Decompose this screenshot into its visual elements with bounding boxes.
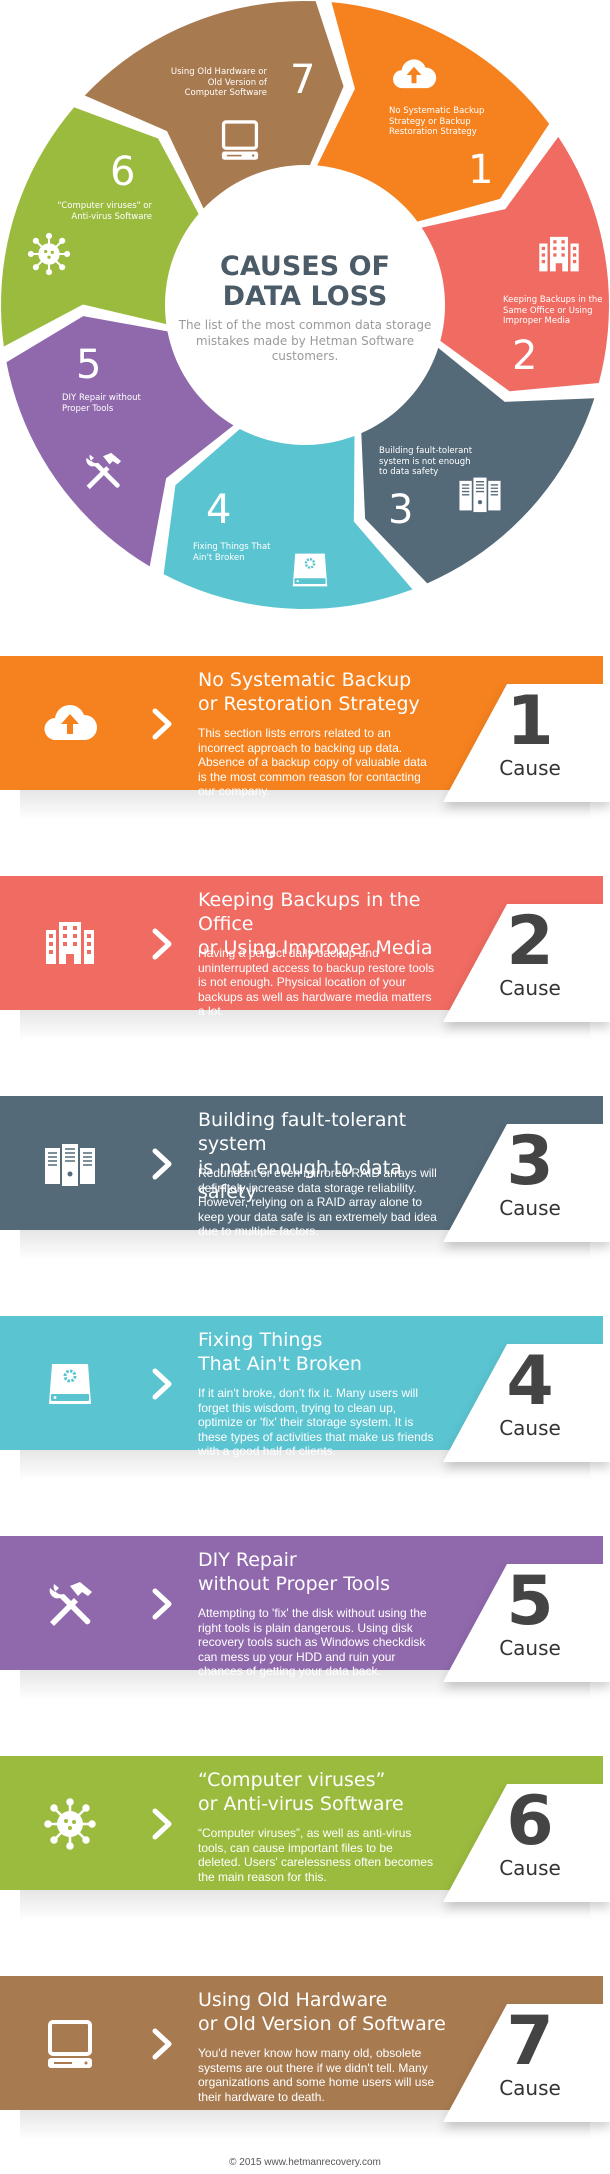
hard-disk-icon [42, 1356, 98, 1412]
cause-number: 3 [506, 1122, 554, 1201]
cause-label: Cause [499, 1196, 561, 1220]
wheel-segment-number: 6 [110, 149, 136, 195]
cause-number: 4 [506, 1342, 554, 1421]
cloud-upload-icon [42, 696, 98, 752]
virus-icon [42, 1796, 98, 1852]
wheel-subtitle: The list of the most common data storage… [178, 318, 432, 363]
wheel-segment-label: Keeping Backups in the Same Office or Us… [503, 295, 603, 326]
chevron-right-icon [150, 1366, 176, 1402]
cloud-upload-icon [391, 52, 437, 98]
cause-label: Cause [499, 976, 561, 1000]
wheel-segment-label: "Computer viruses" or Anti-virus Softwar… [57, 201, 152, 222]
cause-description: “Computer viruses”, as well as anti-viru… [198, 1826, 434, 1884]
chevron-right-icon [150, 926, 176, 962]
wheel-segment-number: 2 [512, 333, 538, 379]
wheel-segment-label: No Systematic Backup Strategy or Backup … [389, 106, 485, 137]
wheel-segment-label: Using Old Hardware or Old Version of Com… [170, 67, 267, 98]
cause-label: Cause [499, 756, 561, 780]
cause-banner-5: DIY Repair without Proper Tools Attemptin… [0, 1536, 610, 1706]
wheel-segment-label: Fixing Things That Ain't Broken [193, 542, 271, 563]
cause-label: Cause [499, 1856, 561, 1880]
cause-label: Cause [499, 1636, 561, 1660]
cause-description: You'd never know how many old, obsolete … [198, 2046, 435, 2104]
cause-banner-1: No Systematic Backup or Restoration Stra… [0, 656, 610, 826]
cause-label: Cause [499, 1416, 561, 1440]
wheel-segment-6 [1, 107, 199, 347]
wheel-segment-number: 7 [290, 57, 316, 103]
cause-title: DIY Repair without Proper Tools [198, 1549, 391, 1595]
wheel-segment-number: 3 [388, 487, 414, 533]
cause-description: This section lists errors related to an … [198, 726, 427, 798]
cause-description: Attempting to 'fix' the disk without usi… [198, 1606, 427, 1678]
cause-title: “Computer viruses” or Anti-virus Softwar… [198, 1769, 404, 1815]
chevron-right-icon [150, 1586, 176, 1622]
hard-disk-icon [287, 547, 333, 593]
chevron-right-icon [150, 706, 176, 742]
server-icon [457, 471, 503, 517]
wheel-segment-label: DIY Repair without Proper Tools [62, 393, 141, 414]
cause-number: 5 [506, 1562, 554, 1641]
cause-banner-6: “Computer viruses” or Anti-virus Softwar… [0, 1756, 610, 1926]
tools-icon [80, 448, 126, 494]
cause-number: 7 [506, 2002, 554, 2081]
cause-description: If it ain't broke, don't fix it. Many us… [198, 1386, 434, 1458]
cause-banner-7: Using Old Hardware or Old Version of Sof… [0, 1976, 610, 2146]
chevron-right-icon [150, 1146, 176, 1182]
computer-icon [217, 117, 263, 163]
wheel-title: CAUSES OF DATA LOSS [220, 251, 390, 312]
cause-number: 6 [506, 1782, 554, 1861]
cause-description: Redundant or even mirrored RAID arrays w… [198, 1166, 437, 1238]
cause-number: 2 [506, 902, 554, 981]
causes-wheel: CAUSES OF DATA LOSS The list of the most… [0, 0, 610, 610]
cause-description: Having a perfect daily backup and uninte… [198, 946, 435, 1018]
chevron-right-icon [150, 2026, 176, 2062]
server-icon [42, 1136, 98, 1192]
wheel-segment-number: 1 [468, 147, 494, 193]
cause-label: Cause [499, 2076, 561, 2100]
computer-icon [42, 2016, 98, 2072]
cause-banner-2: Keeping Backups in the Office or Using I… [0, 876, 610, 1046]
wheel-segment-number: 4 [206, 487, 232, 533]
footer-copyright: © 2015 www.hetmanrecovery.com [229, 2157, 381, 2168]
cause-banner-4: Fixing Things That Ain't Broken If it ain… [0, 1316, 610, 1486]
chevron-right-icon [150, 1806, 176, 1842]
cause-title: Fixing Things That Ain't Broken [198, 1329, 362, 1375]
virus-icon [26, 231, 72, 277]
building-icon [42, 916, 98, 972]
tools-icon [42, 1576, 98, 1632]
building-icon [536, 232, 582, 278]
wheel-segment-number: 5 [76, 342, 102, 388]
cause-title: No Systematic Backup or Restoration Stra… [198, 669, 420, 715]
cause-banner-3: Building fault-tolerant system is not en… [0, 1096, 610, 1266]
cause-number: 1 [506, 682, 554, 761]
cause-title: Using Old Hardware or Old Version of Sof… [198, 1989, 446, 2035]
